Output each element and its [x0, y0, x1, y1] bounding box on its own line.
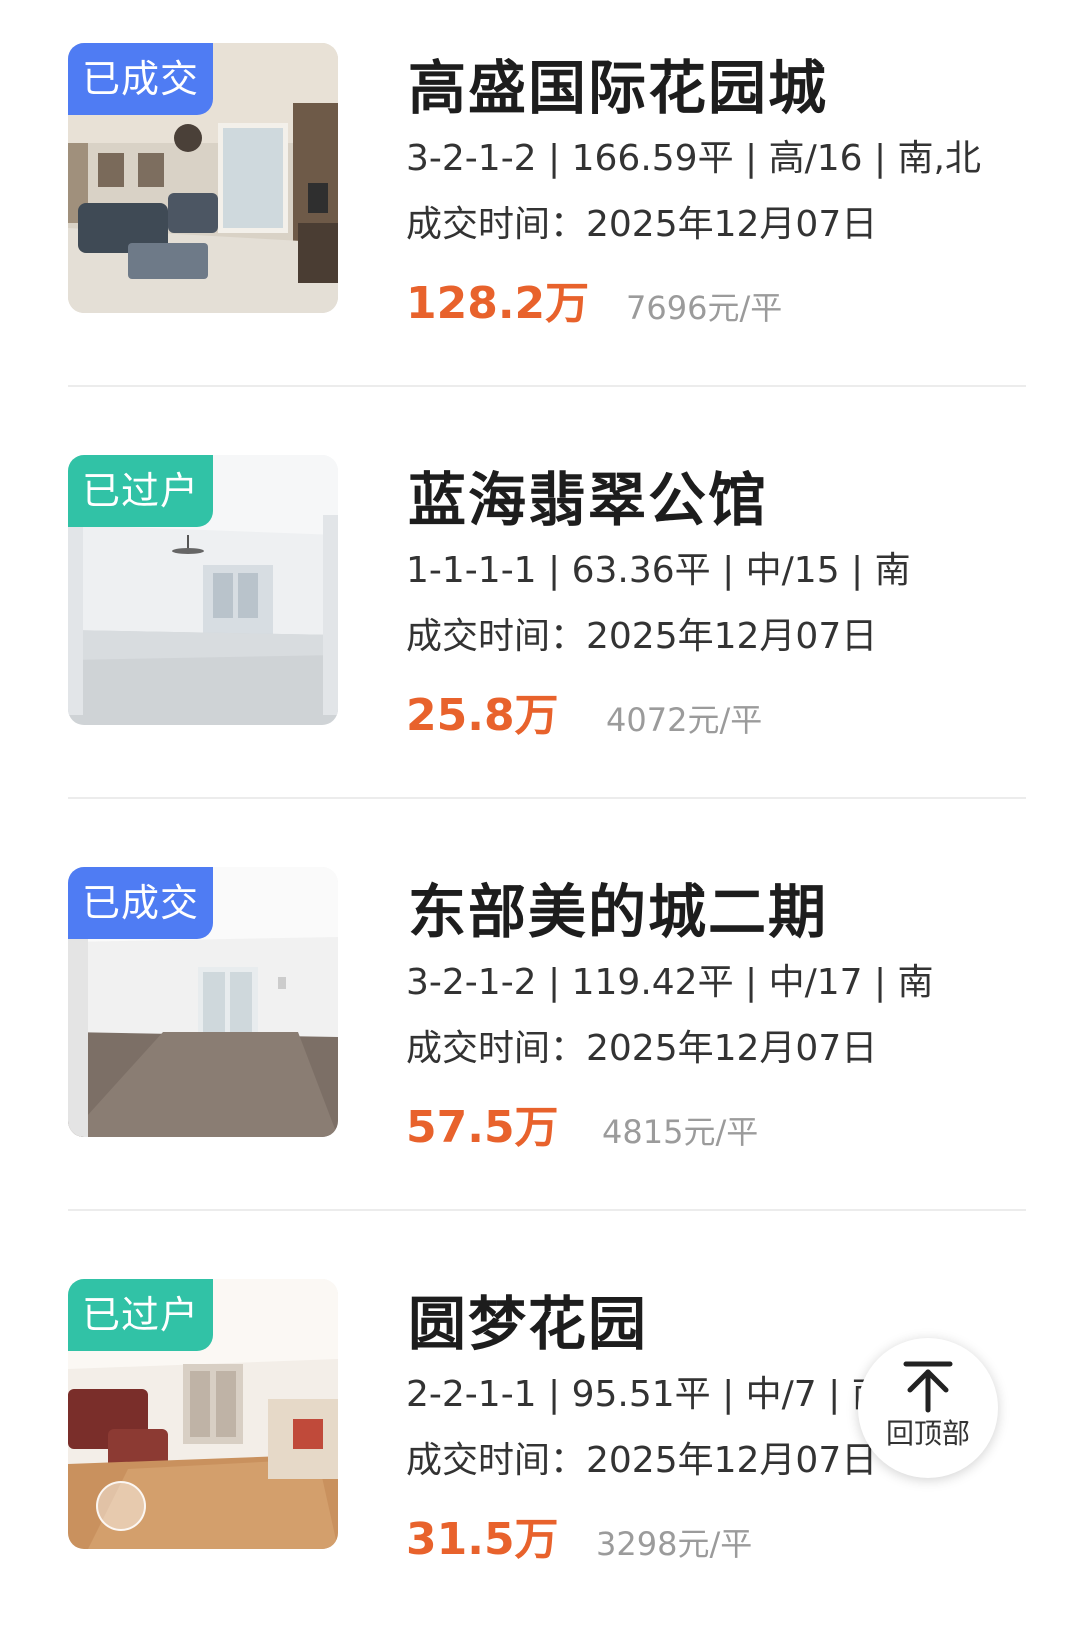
- listing-specs: 2-2-1-1 | 95.51平 | 中/7 | 南: [406, 1374, 888, 1415]
- unit-price: 4815元/平: [602, 1113, 759, 1151]
- total-price: 31.5万: [406, 1514, 559, 1565]
- listing-card[interactable]: 已成交 高盛国际花园城 3-2-1-2 | 166.59平 | 高/16 | 南…: [0, 0, 1080, 412]
- unit-price: 4072元/平: [606, 701, 763, 739]
- listing-title[interactable]: 高盛国际花园城: [408, 48, 828, 128]
- listing-specs: 3-2-1-2 | 166.59平 | 高/16 | 南,北: [406, 138, 981, 179]
- listing-title[interactable]: 东部美的城二期: [408, 872, 828, 952]
- unit-price: 3298元/平: [596, 1525, 753, 1563]
- back-to-top-button[interactable]: 回顶部: [858, 1338, 998, 1478]
- listing-card[interactable]: 已过户 蓝海翡翠公馆 1-1-1-1 | 63.36平 | 中/15 | 南 成…: [0, 412, 1080, 824]
- divider: [68, 797, 1026, 799]
- listing-specs: 3-2-1-2 | 119.42平 | 中/17 | 南: [406, 962, 934, 1003]
- listing-title[interactable]: 蓝海翡翠公馆: [408, 460, 768, 540]
- deal-time: 成交时间：2025年12月07日: [406, 616, 878, 657]
- back-to-top-label: 回顶部: [885, 1417, 970, 1450]
- listing-card[interactable]: 已成交 东部美的城二期 3-2-1-2 | 119.42平 | 中/17 | 南…: [0, 824, 1080, 1236]
- deal-time: 成交时间：2025年12月07日: [406, 1028, 878, 1069]
- status-badge: 已成交: [68, 867, 214, 939]
- total-price: 57.5万: [406, 1102, 559, 1153]
- divider: [68, 385, 1026, 387]
- panorama-icon[interactable]: [96, 1481, 146, 1531]
- status-badge: 已过户: [68, 1279, 214, 1351]
- total-price: 128.2万: [406, 278, 590, 329]
- listing-specs: 1-1-1-1 | 63.36平 | 中/15 | 南: [406, 550, 911, 591]
- deal-time: 成交时间：2025年12月07日: [406, 204, 878, 245]
- listing-photo[interactable]: 已成交: [68, 867, 338, 1137]
- listing-photo[interactable]: 已过户: [68, 1279, 338, 1549]
- unit-price: 7696元/平: [626, 289, 783, 327]
- listing-photo[interactable]: 已成交: [68, 43, 338, 313]
- total-price: 25.8万: [406, 690, 559, 741]
- status-badge: 已过户: [68, 455, 214, 527]
- listing-title[interactable]: 圆梦花园: [408, 1284, 648, 1364]
- arrow-up-icon: [903, 1361, 953, 1413]
- listing-photo[interactable]: 已过户: [68, 455, 338, 725]
- divider: [68, 1209, 1026, 1211]
- deal-time: 成交时间：2025年12月07日: [406, 1440, 878, 1481]
- status-badge: 已成交: [68, 43, 214, 115]
